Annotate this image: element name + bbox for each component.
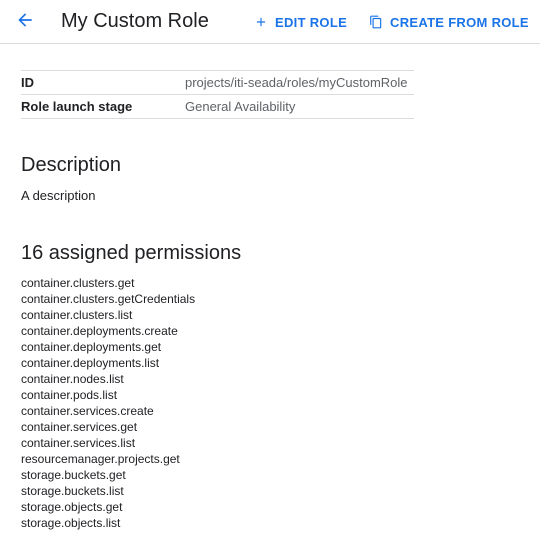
copy-icon (368, 14, 384, 30)
list-item: container.services.list (21, 436, 136, 450)
detail-value-id: projects/iti-seada/roles/myCustomRole (185, 70, 414, 95)
arrow-back-icon (15, 10, 35, 35)
table-row: ID projects/iti-seada/roles/myCustomRole (21, 70, 414, 95)
edit-role-button[interactable]: EDIT ROLE (253, 12, 347, 32)
list-item: resourcemanager.projects.get (21, 452, 180, 466)
list-item: container.services.get (21, 420, 138, 434)
list-item: storage.objects.get (21, 500, 123, 514)
description-text: A description (21, 188, 96, 203)
detail-key-id: ID (21, 70, 185, 95)
create-from-role-label: CREATE FROM ROLE (390, 14, 529, 30)
detail-value-launch-stage: General Availability (185, 94, 414, 119)
list-item: container.deployments.get (21, 340, 162, 354)
page-header: My Custom Role EDIT ROLE CREATE FROM ROL… (0, 0, 540, 44)
list-item: container.clusters.getCredentials (21, 292, 196, 306)
role-details-table: ID projects/iti-seada/roles/myCustomRole… (21, 70, 414, 119)
permissions-heading: 16 assigned permissions (21, 242, 242, 264)
table-row: Role launch stage General Availability (21, 94, 414, 119)
list-item: storage.buckets.list (21, 484, 124, 498)
list-item: container.deployments.list (21, 356, 160, 370)
list-item: container.pods.list (21, 388, 118, 402)
back-button[interactable] (13, 10, 37, 34)
create-from-role-button[interactable]: CREATE FROM ROLE (368, 12, 529, 32)
description-heading: Description (21, 154, 122, 176)
list-item: container.deployments.create (21, 324, 178, 338)
list-item: container.nodes.list (21, 372, 124, 386)
plus-icon (253, 14, 269, 30)
detail-key-launch-stage: Role launch stage (21, 94, 185, 119)
list-item: container.services.create (21, 404, 154, 418)
list-item: storage.buckets.get (21, 468, 126, 482)
edit-role-label: EDIT ROLE (275, 14, 348, 30)
list-item: storage.objects.list (21, 516, 121, 530)
list-item: container.clusters.list (21, 308, 133, 322)
list-item: container.clusters.get (21, 276, 135, 290)
page-title: My Custom Role (61, 10, 209, 32)
permissions-list: container.clusters.get container.cluster… (21, 275, 195, 531)
